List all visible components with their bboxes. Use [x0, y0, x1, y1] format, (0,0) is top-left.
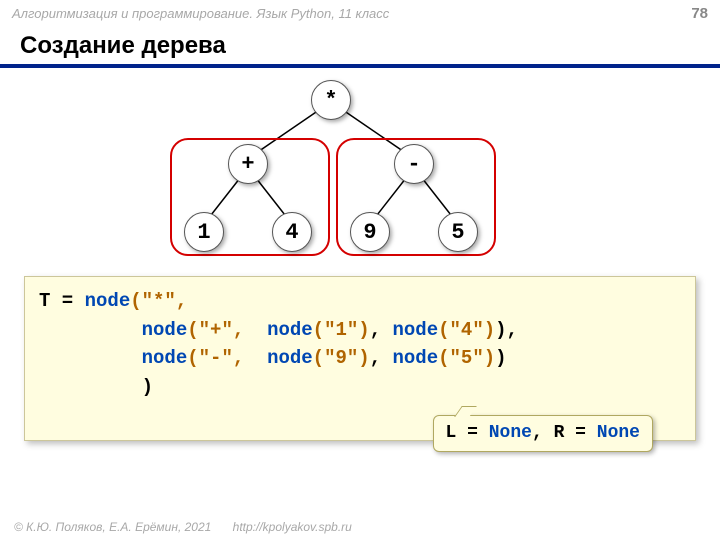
- tree-node-4: 4: [272, 212, 312, 252]
- tree-node-plus: +: [228, 144, 268, 184]
- footer-url: http://kpolyakov.spb.ru: [233, 520, 352, 534]
- tree-diagram: * + - 1 4 9 5: [0, 74, 720, 264]
- title-rule: [0, 64, 720, 68]
- code-block: T = node("*", node("+", node("1"), node(…: [24, 276, 696, 441]
- tree-node-minus: -: [394, 144, 434, 184]
- callout-none: L = None, R = None: [433, 415, 653, 452]
- tree-node-1: 1: [184, 212, 224, 252]
- tree-node-9: 9: [350, 212, 390, 252]
- tree-node-5: 5: [438, 212, 478, 252]
- page-title: Создание дерева: [20, 32, 700, 60]
- breadcrumb: Алгоритмизация и программирование. Язык …: [12, 6, 389, 21]
- slide-footer: © К.Ю. Поляков, Е.А. Ерёмин, 2021 http:/…: [14, 520, 352, 534]
- page-number: 78: [691, 5, 708, 22]
- slide-header: Алгоритмизация и программирование. Язык …: [0, 0, 720, 26]
- tree-node-root: *: [311, 80, 351, 120]
- copyright: © К.Ю. Поляков, Е.А. Ерёмин, 2021: [14, 520, 211, 534]
